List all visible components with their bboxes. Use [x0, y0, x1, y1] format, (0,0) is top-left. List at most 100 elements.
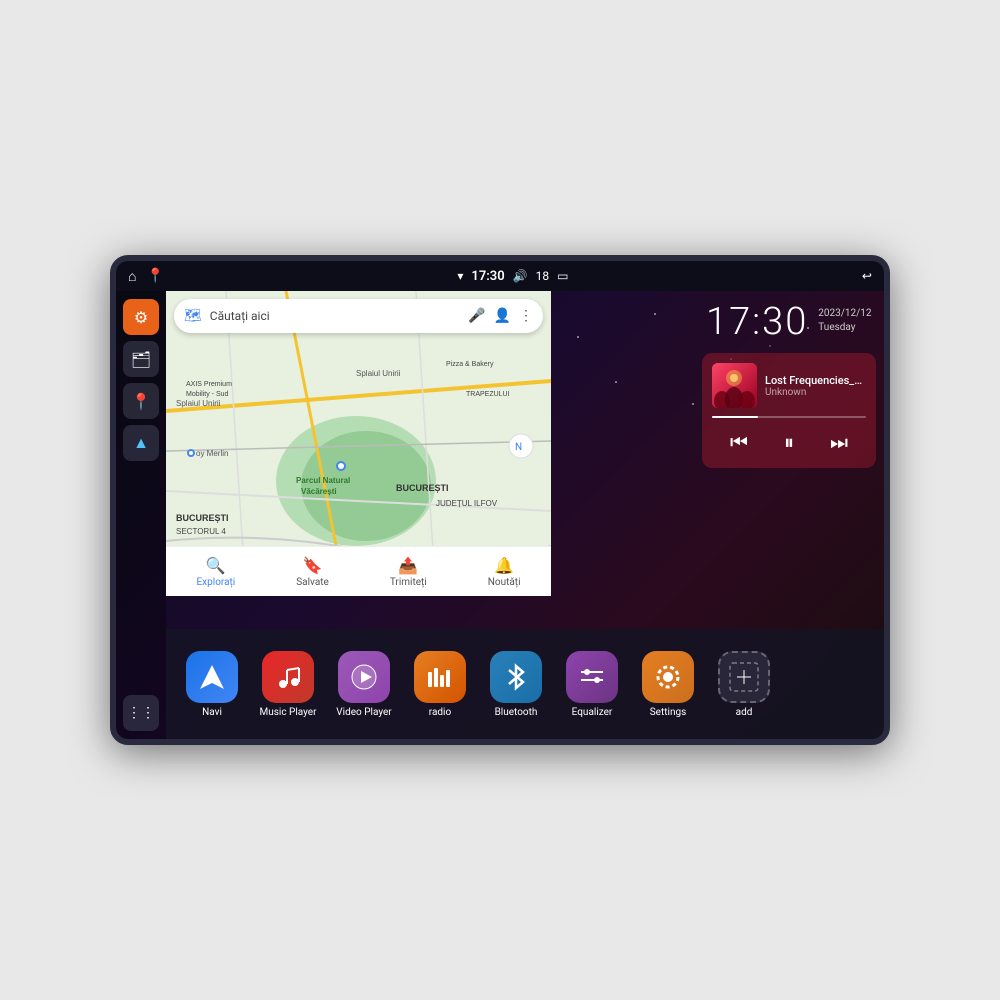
app-video-player[interactable]: Video Player — [328, 651, 400, 718]
video-player-icon — [338, 651, 390, 703]
saved-icon: 🔖 — [303, 556, 323, 575]
news-btn[interactable]: 🔔 Noutăți — [488, 556, 521, 588]
add-label: add — [736, 707, 753, 718]
maps-sidebar-icon: 📍 — [131, 392, 151, 411]
music-controls: ⏮ ⏸ ⏭ — [712, 426, 866, 458]
battery-level: 18 — [536, 269, 550, 283]
svg-text:SECTORUL 4: SECTORUL 4 — [176, 527, 226, 536]
track-info: Lost Frequencies_Janie... Unknown — [765, 374, 866, 398]
account-icon[interactable]: 👤 — [494, 308, 511, 324]
wifi-icon: ▾ — [457, 269, 463, 283]
svg-text:Splaiul Unirii: Splaiul Unirii — [176, 399, 221, 408]
app-navi[interactable]: Navi — [176, 651, 248, 718]
explore-label: Explorați — [197, 577, 236, 588]
album-art — [712, 363, 757, 408]
mic-icon[interactable]: 🎤 — [468, 308, 485, 324]
time-display: 17:30 — [471, 269, 504, 284]
clock-time: 17:30 — [706, 303, 808, 341]
status-bar: ⌂ 📍 ▾ 17:30 🔊 18 ▭ ↩ — [116, 261, 884, 291]
nav-sidebar-icon: ▲ — [133, 433, 149, 453]
app-bluetooth[interactable]: Bluetooth — [480, 651, 552, 718]
search-text: Căutați aici — [210, 309, 460, 323]
svg-text:BUCUREȘTI: BUCUREȘTI — [396, 483, 449, 493]
app-radio[interactable]: radio — [404, 651, 476, 718]
send-btn[interactable]: 📤 Trimiteți — [390, 556, 427, 588]
clock-section: 17:30 2023/12/12 Tuesday — [694, 291, 884, 353]
pause-btn[interactable]: ⏸ — [776, 426, 802, 458]
explore-btn[interactable]: 🔍 Explorați — [197, 556, 236, 588]
app-music-player[interactable]: Music Player — [252, 651, 324, 718]
track-artist: Unknown — [765, 387, 866, 398]
sidebar-files-btn[interactable]: 🗂 — [123, 341, 159, 377]
clock-date-value: 2023/12/12 — [818, 307, 871, 321]
maps-status-icon[interactable]: 📍 — [146, 268, 163, 284]
svg-text:AXIS Premium: AXIS Premium — [186, 381, 232, 388]
app-add[interactable]: add — [708, 651, 780, 718]
map-search-bar[interactable]: 🗺 Căutați aici 🎤 👤 ⋮ — [174, 299, 543, 333]
music-player-icon — [262, 651, 314, 703]
settings-icon — [642, 651, 694, 703]
main-content: ⚙ 🗂 📍 ▲ ⋮⋮ — [116, 291, 884, 739]
grid-icon: ⋮⋮ — [127, 705, 155, 721]
svg-text:TRAPEZULUI: TRAPEZULUI — [466, 391, 510, 398]
navi-label: Navi — [202, 707, 222, 718]
svg-text:JUDEȚUL ILFOV: JUDEȚUL ILFOV — [436, 499, 498, 508]
volume-icon: 🔊 — [513, 269, 528, 283]
device-frame: ⌂ 📍 ▾ 17:30 🔊 18 ▭ ↩ ⚙ — [110, 255, 890, 745]
radio-label: radio — [429, 707, 451, 718]
progress-fill — [712, 416, 758, 418]
prev-btn[interactable]: ⏮ — [722, 426, 756, 458]
video-player-label: Video Player — [336, 707, 391, 718]
navi-icon — [186, 651, 238, 703]
settings-label: Settings — [650, 707, 687, 718]
google-maps-icon: 🗺 — [184, 308, 202, 324]
back-icon[interactable]: ↩ — [862, 269, 872, 283]
music-section: Lost Frequencies_Janie... Unknown ⏮ ⏸ ⏭ — [702, 353, 876, 468]
files-icon: 🗂 — [131, 350, 151, 369]
news-icon: 🔔 — [494, 556, 514, 575]
status-right: ↩ — [862, 269, 872, 283]
progress-bar[interactable] — [712, 416, 866, 418]
app-drawer: Navi Music Player — [166, 629, 884, 739]
svg-text:Pizza & Bakery: Pizza & Bakery — [446, 361, 494, 368]
menu-icon[interactable]: ⋮ — [519, 308, 533, 324]
map-container[interactable]: Splaiul Unirii Splaiul Unirii TRAPEZULUI… — [166, 291, 551, 596]
settings-sidebar-icon: ⚙ — [134, 308, 148, 327]
saved-btn[interactable]: 🔖 Salvate — [296, 556, 329, 588]
clock-display: 17:30 2023/12/12 Tuesday — [706, 303, 872, 341]
music-player-label: Music Player — [259, 707, 316, 718]
app-equalizer[interactable]: Equalizer — [556, 651, 628, 718]
status-left: ⌂ 📍 — [128, 268, 164, 285]
next-btn[interactable]: ⏭ — [822, 426, 856, 458]
equalizer-icon — [566, 651, 618, 703]
send-icon: 📤 — [398, 556, 418, 575]
home-icon[interactable]: ⌂ — [128, 268, 136, 285]
bluetooth-icon-img — [490, 651, 542, 703]
status-center: ▾ 17:30 🔊 18 ▭ — [457, 269, 568, 284]
music-info: Lost Frequencies_Janie... Unknown — [712, 363, 866, 408]
svg-text:N: N — [515, 442, 522, 453]
add-icon — [718, 651, 770, 703]
bluetooth-label: Bluetooth — [495, 707, 538, 718]
svg-text:Mobility - Sud: Mobility - Sud — [186, 391, 229, 398]
sidebar-grid-btn[interactable]: ⋮⋮ — [123, 695, 159, 731]
svg-text:Splaiul Unirii: Splaiul Unirii — [356, 369, 401, 378]
svg-text:Parcul Natural: Parcul Natural — [296, 476, 350, 485]
sidebar-settings-btn[interactable]: ⚙ — [123, 299, 159, 335]
saved-label: Salvate — [296, 577, 329, 588]
svg-text:BUCUREȘTI: BUCUREȘTI — [176, 513, 229, 523]
sidebar: ⚙ 🗂 📍 ▲ ⋮⋮ — [116, 291, 166, 739]
sidebar-maps-btn[interactable]: 📍 — [123, 383, 159, 419]
app-settings[interactable]: Settings — [632, 651, 704, 718]
sidebar-nav-btn[interactable]: ▲ — [123, 425, 159, 461]
map-bottom-bar: 🔍 Explorați 🔖 Salvate 📤 Trimiteți 🔔 Nout… — [166, 546, 551, 596]
clock-date: 2023/12/12 Tuesday — [818, 303, 871, 335]
clock-day: Tuesday — [818, 321, 871, 335]
equalizer-label: Equalizer — [572, 707, 613, 718]
svg-text:Văcărești: Văcărești — [301, 487, 337, 496]
svg-text:oy Merlin: oy Merlin — [196, 449, 228, 458]
track-name: Lost Frequencies_Janie... — [765, 374, 866, 387]
explore-icon: 🔍 — [206, 556, 226, 575]
news-label: Noutăți — [488, 577, 521, 588]
radio-icon — [414, 651, 466, 703]
